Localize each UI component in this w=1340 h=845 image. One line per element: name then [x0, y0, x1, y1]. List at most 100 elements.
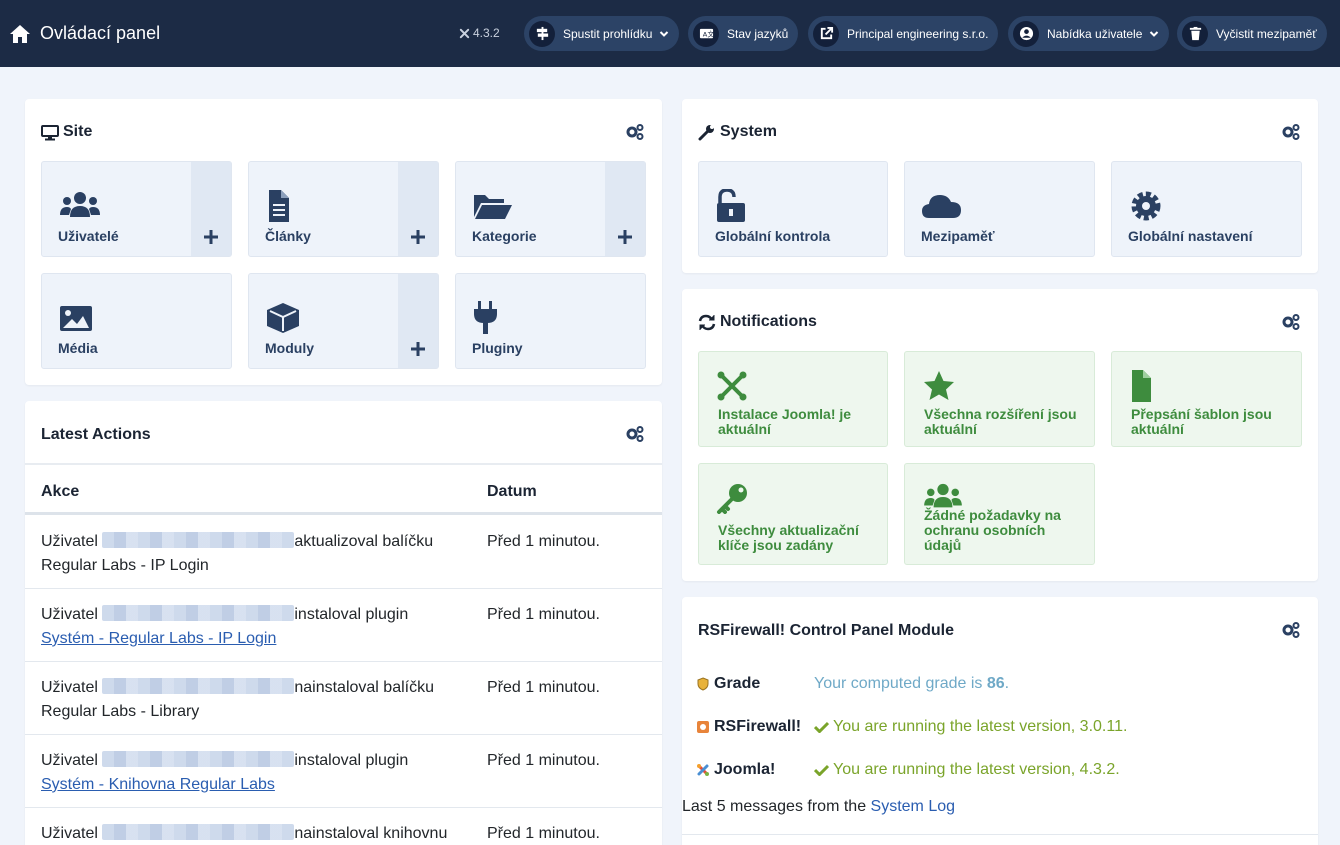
divider	[682, 834, 1318, 835]
system-panel-title: System	[698, 123, 777, 141]
gears-icon[interactable]	[1281, 313, 1301, 331]
gear-icon	[1131, 191, 1161, 221]
joomla-icon	[697, 764, 709, 776]
folder-open-icon	[474, 195, 512, 219]
table-row: Uživatel nainstaloval knihovnu Před 1 mi…	[25, 808, 662, 845]
gears-icon[interactable]	[1281, 123, 1301, 141]
unlock-icon	[717, 189, 745, 222]
site-panel-title: Site	[41, 123, 92, 141]
users-icon	[60, 192, 100, 217]
notification-joomla-uptodate[interactable]: Instalace Joomla! je aktuální	[698, 351, 888, 447]
latest-actions-title: Latest Actions	[41, 426, 151, 443]
image-icon	[60, 306, 92, 331]
tile-articles[interactable]: Články	[248, 161, 439, 257]
check-icon	[814, 764, 829, 776]
action-date: Před 1 minutou.	[487, 679, 600, 696]
action-date: Před 1 minutou.	[487, 606, 600, 623]
tile-global-configuration[interactable]: Globální nastavení	[1111, 161, 1302, 257]
tile-categories[interactable]: Kategorie	[455, 161, 646, 257]
user-circle-icon	[1019, 26, 1033, 41]
plus-icon	[411, 342, 425, 356]
cube-icon	[267, 303, 299, 333]
redacted-username	[102, 532, 295, 548]
check-icon	[814, 721, 829, 733]
gears-icon[interactable]	[625, 425, 645, 443]
notification-extensions-uptodate[interactable]: Všechna rozšíření jsou aktuální	[904, 351, 1095, 447]
gears-icon[interactable]	[1281, 621, 1301, 639]
column-header-action: Akce	[41, 483, 80, 500]
notification-update-keys[interactable]: Všechny aktualizační klíče jsou zadány	[698, 463, 888, 565]
tile-global-check-in[interactable]: Globální kontrola	[698, 161, 888, 257]
tile-media[interactable]: Média	[41, 273, 232, 369]
shield-icon	[697, 677, 709, 691]
action-item-link[interactable]: Systém - Knihovna Regular Labs	[41, 776, 275, 793]
tile-users[interactable]: Uživatelé	[41, 161, 232, 257]
start-tour-button[interactable]: Spustit prohlídku	[524, 16, 680, 51]
column-header-date: Datum	[487, 483, 537, 500]
rsfirewall-panel-title: RSFirewall! Control Panel Module	[698, 622, 955, 639]
brand[interactable]: Ovládací panel	[9, 23, 160, 44]
notifications-panel-title: Notifications	[698, 313, 817, 331]
language-status-button[interactable]: A文 Stav jazyků	[688, 16, 799, 51]
add-module-button[interactable]	[398, 274, 438, 368]
file-icon	[269, 190, 289, 222]
table-row: Uživatel instaloval plugin Systém - Regul…	[25, 589, 662, 662]
joomla-icon	[717, 371, 747, 401]
clear-cache-button[interactable]: Vyčistit mezipaměť	[1177, 16, 1327, 51]
key-icon	[717, 484, 747, 514]
site-link-button[interactable]: Principal engineering s.r.o.	[808, 16, 999, 51]
rsfirewall-logo-icon	[697, 721, 709, 733]
plus-icon	[411, 230, 425, 244]
table-row: Uživatel instaloval plugin Systém - Kniho…	[25, 735, 662, 808]
user-menu-button[interactable]: Nabídka uživatele	[1008, 16, 1170, 51]
gears-icon[interactable]	[625, 123, 645, 141]
add-article-button[interactable]	[398, 162, 438, 256]
plug-icon	[474, 301, 497, 334]
top-header: Ovládací panel 4.3.2 Spustit prohlídku A…	[0, 0, 1340, 67]
table-row: Uživatel nainstaloval balíčku Regular Lab…	[25, 662, 662, 735]
notification-template-overrides[interactable]: Přepsání šablon jsou aktuální	[1111, 351, 1302, 447]
trash-icon	[1189, 26, 1201, 41]
external-link-icon	[820, 26, 833, 40]
action-date: Před 1 minutou.	[487, 825, 600, 842]
joomla-version-row: Joomla! You are running the latest versi…	[696, 761, 1120, 779]
system-log-link[interactable]: System Log	[871, 798, 955, 815]
notifications-panel: Notifications Instalace Joomla! je aktuá…	[682, 289, 1318, 581]
tile-cache[interactable]: Mezipaměť	[904, 161, 1095, 257]
system-panel: System Globální kontrola Mezipaměť Globá…	[682, 99, 1318, 273]
chevron-down-icon	[1150, 30, 1159, 37]
redacted-username	[102, 824, 295, 840]
version-label: 4.3.2	[459, 26, 500, 40]
tile-modules[interactable]: Moduly	[248, 273, 439, 369]
rsfirewall-grade-row: Grade Your computed grade is 86.	[696, 675, 1009, 693]
notification-privacy-requests[interactable]: Žádné požadavky na ochranu osobních údaj…	[904, 463, 1095, 565]
grade-value: 86	[986, 675, 1005, 692]
star-icon	[924, 371, 954, 400]
latest-actions-panel: Latest Actions Akce Datum Uživatel aktua…	[25, 401, 662, 845]
joomla-icon	[459, 28, 470, 38]
signpost-icon	[536, 26, 548, 41]
chevron-down-icon	[660, 30, 669, 37]
action-item-link[interactable]: Systém - Regular Labs - IP Login	[41, 630, 276, 647]
cloud-icon	[922, 195, 961, 218]
add-category-button[interactable]	[605, 162, 645, 256]
redacted-username	[102, 605, 295, 621]
file-icon	[1132, 370, 1151, 402]
sync-icon	[698, 314, 716, 330]
tile-plugins[interactable]: Pluginy	[455, 273, 646, 369]
redacted-username	[102, 751, 295, 767]
table-header: Akce Datum	[25, 463, 662, 515]
plus-icon	[204, 230, 218, 244]
page-title: Ovládací panel	[40, 23, 161, 43]
add-user-button[interactable]	[191, 162, 231, 256]
wrench-icon	[698, 124, 714, 140]
table-row: Uživatel aktualizoval balíčku Regular Lab…	[25, 516, 662, 589]
language-icon: A文	[699, 28, 714, 38]
plus-icon	[618, 230, 632, 244]
action-date: Před 1 minutou.	[487, 752, 600, 769]
action-item: Regular Labs - IP Login	[41, 557, 209, 574]
system-log-line: Last 5 messages from the System Log	[682, 798, 956, 815]
redacted-username	[102, 678, 295, 694]
site-panel: Site Uživatelé Články Kategorie Média Mo…	[25, 99, 662, 385]
rsfirewall-version-row: RSFirewall! You are running the latest v…	[696, 718, 1127, 736]
